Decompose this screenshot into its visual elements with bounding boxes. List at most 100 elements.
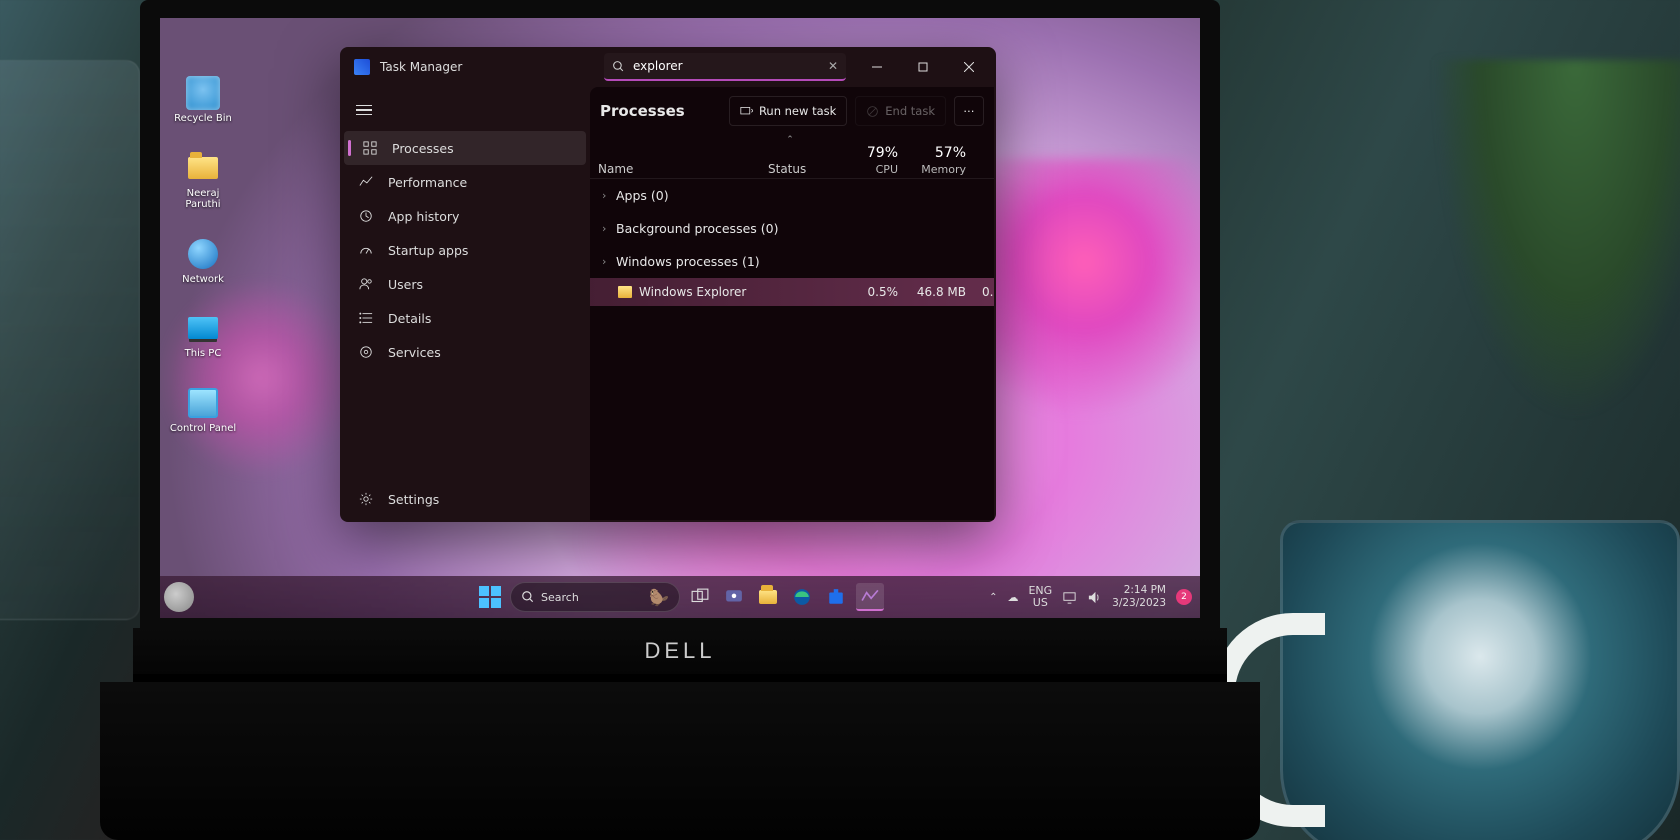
- run-new-task-button[interactable]: Run new task: [729, 96, 847, 126]
- globe-icon: [188, 239, 218, 269]
- process-name: Windows Explorer: [639, 285, 746, 299]
- gauge-icon: [358, 242, 374, 258]
- cpu-label: CPU: [852, 163, 898, 177]
- titlebar[interactable]: Task Manager ✕: [340, 47, 996, 87]
- more-button[interactable]: ⋯: [954, 96, 984, 126]
- nav-label: Startup apps: [388, 243, 468, 258]
- onedrive-icon[interactable]: ☁: [1007, 591, 1018, 604]
- hamburger-menu[interactable]: [344, 93, 384, 127]
- nav-startup-apps[interactable]: Startup apps: [344, 233, 586, 267]
- notification-badge[interactable]: 2: [1176, 589, 1192, 605]
- screen-bezel: Recycle Bin Neeraj Paruthi Network This …: [140, 0, 1220, 628]
- process-row-windows-explorer[interactable]: Windows Explorer 0.5% 46.8 MB 0.: [590, 278, 994, 306]
- group-apps[interactable]: Apps (0): [590, 179, 994, 212]
- nav-users[interactable]: Users: [344, 267, 586, 301]
- search-box[interactable]: ✕: [604, 53, 846, 81]
- taskbar[interactable]: Search 🦫 ⌃ ☁ ENG US: [160, 576, 1200, 618]
- monitor-icon: [188, 317, 218, 339]
- col-memory[interactable]: 57% Memory: [906, 145, 974, 176]
- list-icon: [358, 310, 374, 326]
- window-controls: [854, 47, 992, 87]
- minimize-button[interactable]: [854, 47, 900, 87]
- icon-label: Control Panel: [170, 423, 236, 435]
- main-panel: Processes Run new task End task ⋯: [590, 87, 994, 520]
- sort-caret-icon: ⌃: [590, 135, 990, 145]
- folder-icon: [188, 157, 218, 179]
- date: 3/23/2023: [1112, 597, 1166, 610]
- more-icon: ⋯: [963, 104, 975, 118]
- grid-icon: [362, 140, 378, 156]
- services-icon: [358, 344, 374, 360]
- maximize-button[interactable]: [900, 47, 946, 87]
- search-placeholder: Search: [541, 591, 579, 604]
- windows-desktop[interactable]: Recycle Bin Neeraj Paruthi Network This …: [160, 18, 1200, 618]
- nav-label: Processes: [392, 141, 454, 156]
- wallpaper-flower: [980, 158, 1200, 418]
- network-icon[interactable]: Network: [168, 237, 238, 286]
- task-view-button[interactable]: [686, 583, 714, 611]
- folder-icon: [759, 590, 777, 604]
- laptop-chin: DELL: [133, 628, 1227, 674]
- gear-icon: [358, 491, 374, 507]
- decorative-plant: [1410, 60, 1680, 480]
- task-manager-window[interactable]: Task Manager ✕: [340, 47, 996, 522]
- search-icon: [612, 60, 625, 73]
- col-cpu[interactable]: 79% CPU: [844, 145, 906, 176]
- chat-button[interactable]: [720, 583, 748, 611]
- process-disk: 0.: [974, 285, 990, 299]
- volume-icon[interactable]: [1087, 590, 1102, 605]
- icon-label: This PC: [185, 348, 222, 360]
- col-name[interactable]: Name: [590, 162, 760, 176]
- process-table: ⌃ Name Status 79% CPU 57% Memory: [590, 135, 994, 520]
- store-button[interactable]: [822, 583, 850, 611]
- laptop-hinge: [133, 674, 1227, 682]
- cpu-percent: 79%: [852, 145, 898, 163]
- end-task-icon: [866, 105, 879, 118]
- nav-label: Details: [388, 311, 431, 326]
- taskbar-search[interactable]: Search 🦫: [510, 582, 680, 612]
- nav-details[interactable]: Details: [344, 301, 586, 335]
- icon-label: Neeraj Paruthi: [168, 188, 238, 211]
- start-button[interactable]: [476, 583, 504, 611]
- mem-percent: 57%: [914, 145, 966, 163]
- decorative-glass: [0, 60, 140, 620]
- user-folder-icon[interactable]: Neeraj Paruthi: [168, 151, 238, 211]
- nav-processes[interactable]: Processes: [344, 131, 586, 165]
- network-icon[interactable]: [1062, 590, 1077, 605]
- mem-label: Memory: [914, 163, 966, 177]
- col-status[interactable]: Status: [760, 162, 844, 176]
- nav-app-history[interactable]: App history: [344, 199, 586, 233]
- nav-label: Settings: [388, 492, 439, 507]
- close-button[interactable]: [946, 47, 992, 87]
- bin-icon: [186, 76, 220, 110]
- edge-button[interactable]: [788, 583, 816, 611]
- language-indicator[interactable]: ENG US: [1028, 585, 1052, 609]
- nav-settings[interactable]: Settings: [344, 482, 586, 516]
- tray-chevron-icon[interactable]: ⌃: [989, 592, 997, 603]
- task-manager-app-icon: [354, 59, 370, 75]
- task-manager-taskbar-button[interactable]: [856, 583, 884, 611]
- search-input[interactable]: [633, 59, 820, 73]
- history-icon: [358, 208, 374, 224]
- clock[interactable]: 2:14 PM 3/23/2023: [1112, 584, 1166, 609]
- laptop-keyboard: [100, 682, 1260, 840]
- explorer-folder-icon: [618, 286, 632, 298]
- desktop-icons: Recycle Bin Neeraj Paruthi Network This …: [168, 76, 238, 434]
- chart-icon: [358, 174, 374, 190]
- icon-label: Network: [182, 274, 224, 286]
- this-pc-icon[interactable]: This PC: [168, 311, 238, 360]
- file-explorer-button[interactable]: [754, 583, 782, 611]
- recycle-bin-icon[interactable]: Recycle Bin: [168, 76, 238, 125]
- run-icon: [740, 105, 753, 118]
- control-panel-icon[interactable]: Control Panel: [168, 386, 238, 435]
- nav-label: Services: [388, 345, 441, 360]
- widgets-button[interactable]: [164, 582, 194, 612]
- group-windows[interactable]: Windows processes (1): [590, 245, 994, 278]
- table-header[interactable]: ⌃ Name Status 79% CPU 57% Memory: [590, 135, 994, 179]
- nav-services[interactable]: Services: [344, 335, 586, 369]
- end-task-button: End task: [855, 96, 946, 126]
- nav-performance[interactable]: Performance: [344, 165, 586, 199]
- group-background[interactable]: Background processes (0): [590, 212, 994, 245]
- decorative-mug: [1280, 520, 1680, 840]
- clear-search-icon[interactable]: ✕: [828, 59, 838, 73]
